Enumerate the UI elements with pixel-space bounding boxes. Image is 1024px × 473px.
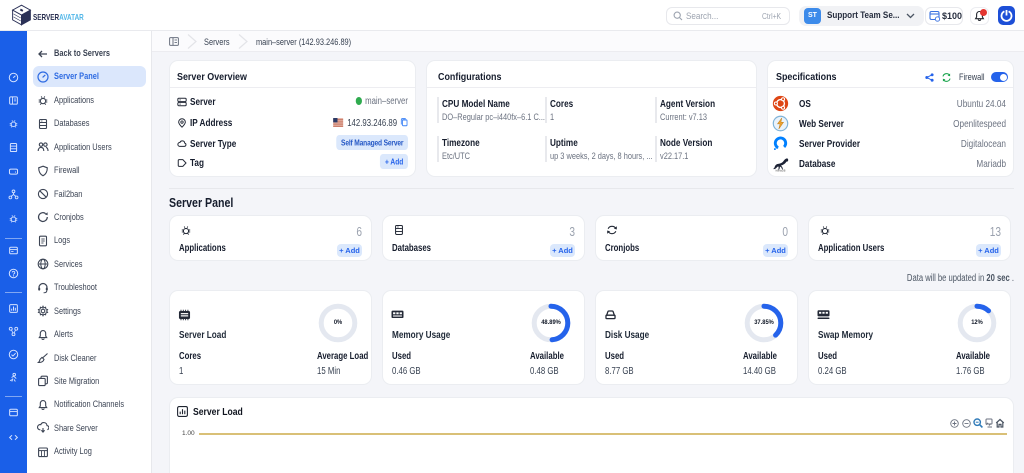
svg-text:MariaDB: MariaDB — [776, 168, 786, 171]
